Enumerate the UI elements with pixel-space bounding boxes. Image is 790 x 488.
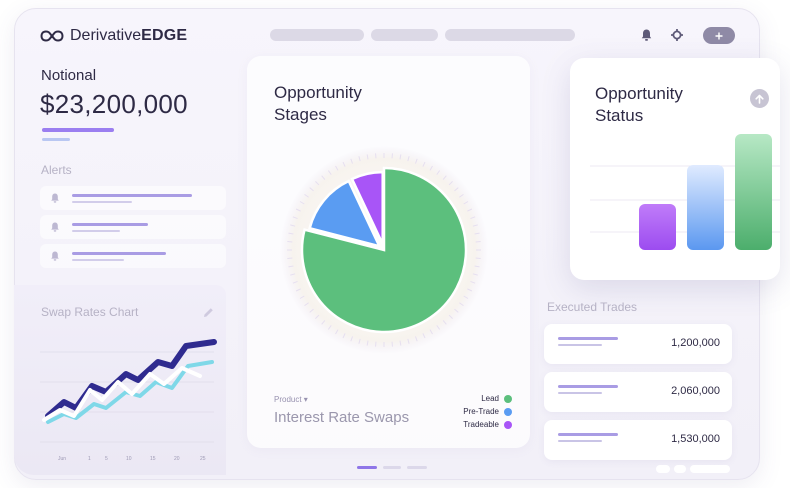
notional-value: $23,200,000	[40, 89, 188, 119]
notional-sub-bar	[42, 138, 70, 141]
notification-bell-icon[interactable]	[639, 28, 653, 42]
trade-subtext-line	[558, 392, 602, 394]
trade-amount: 2,060,000	[671, 385, 720, 397]
x-tick-label: 20	[174, 456, 180, 462]
brand-prefix: Derivative	[70, 27, 142, 44]
status-title-line1: Opportunity	[595, 84, 683, 103]
legend-label: Pre-Trade	[463, 407, 499, 416]
status-bar-2	[687, 165, 724, 250]
brand-suffix: EDGE	[141, 27, 188, 44]
legend-swatch	[504, 407, 512, 416]
carousel-dot[interactable]	[407, 466, 427, 469]
trade-subtext-line	[558, 344, 602, 346]
alerts-label: Alerts	[41, 163, 72, 177]
edit-pencil-icon[interactable]	[201, 305, 215, 319]
trade-row[interactable]: 1,200,000	[544, 324, 732, 364]
x-tick-label: 5	[105, 456, 108, 462]
bell-icon	[51, 193, 59, 203]
legend-swatch	[504, 394, 512, 403]
alert-text-line	[72, 223, 148, 226]
legend-label: Lead	[481, 394, 499, 403]
trade-text-line	[558, 337, 618, 340]
swap-chart-title: Swap Rates Chart	[41, 305, 139, 319]
product-value: Interest Rate Swaps	[274, 409, 410, 426]
alert-subtext-line	[72, 230, 120, 232]
trade-subtext-line	[558, 440, 602, 442]
status-bar-3	[735, 134, 772, 250]
trade-amount: 1,200,000	[671, 337, 720, 349]
pie-legend: Lead Pre-Trade Tradeable	[440, 392, 512, 431]
nav-placeholder-2[interactable]	[445, 29, 575, 41]
x-tick-label: Jun	[58, 456, 66, 462]
nav-placeholder-1[interactable]	[371, 29, 438, 41]
bell-icon	[51, 222, 59, 232]
executed-trades-label: Executed Trades	[547, 300, 638, 314]
trade-text-line	[558, 385, 618, 388]
x-tick-label: 1	[88, 456, 91, 462]
alert-text-line	[72, 252, 166, 255]
legend-label: Tradeable	[463, 420, 499, 429]
alert-item[interactable]	[40, 244, 226, 268]
alert-item[interactable]	[40, 186, 226, 210]
swap-line-navy	[45, 339, 217, 419]
stages-pie-chart	[280, 146, 488, 354]
status-bar-1	[639, 204, 676, 250]
alert-text-line	[72, 194, 192, 197]
upload-arrow-icon[interactable]	[750, 89, 769, 108]
notional-progress-bar	[42, 128, 114, 132]
carousel-dot[interactable]	[383, 466, 401, 469]
settings-gear-icon[interactable]	[670, 28, 684, 42]
stages-title-line2: Stages	[274, 105, 327, 124]
product-dropdown-label[interactable]: Product ▾	[274, 395, 308, 404]
status-bar-chart	[590, 134, 780, 250]
bell-icon	[51, 251, 59, 261]
x-tick-label: 25	[200, 456, 206, 462]
stages-title-line1: Opportunity	[274, 83, 362, 102]
infinity-logo-icon	[40, 30, 64, 42]
legend-swatch	[504, 420, 512, 429]
trade-text-line	[558, 433, 618, 436]
trade-amount: 1,530,000	[671, 433, 720, 445]
x-tick-label: 10	[126, 456, 132, 462]
swap-rates-chart: Jun 1 5 10 15 20 25	[40, 339, 217, 462]
alert-item[interactable]	[40, 215, 226, 239]
pagination-pill[interactable]	[690, 465, 730, 473]
search-bar-placeholder[interactable]	[270, 29, 364, 41]
legend-item-pre-trade: Pre-Trade	[440, 405, 512, 418]
status-title: Opportunity Status	[595, 83, 735, 127]
trade-row[interactable]: 1,530,000	[544, 420, 732, 460]
pagination-pill[interactable]	[656, 465, 670, 473]
pagination-pill[interactable]	[674, 465, 686, 473]
brand-logo[interactable]: Derivative EDGE	[40, 27, 187, 45]
alert-subtext-line	[72, 259, 124, 261]
notional-label: Notional	[41, 67, 97, 84]
add-toggle-button[interactable]	[703, 27, 735, 44]
alert-subtext-line	[72, 201, 132, 203]
trade-row[interactable]: 2,060,000	[544, 372, 732, 412]
stages-title: Opportunity Stages	[274, 82, 434, 126]
carousel-dot-active[interactable]	[357, 466, 377, 469]
status-title-line2: Status	[595, 106, 644, 125]
legend-item-lead: Lead	[440, 392, 512, 405]
legend-item-tradeable: Tradeable	[440, 418, 512, 431]
x-tick-label: 15	[150, 456, 156, 462]
